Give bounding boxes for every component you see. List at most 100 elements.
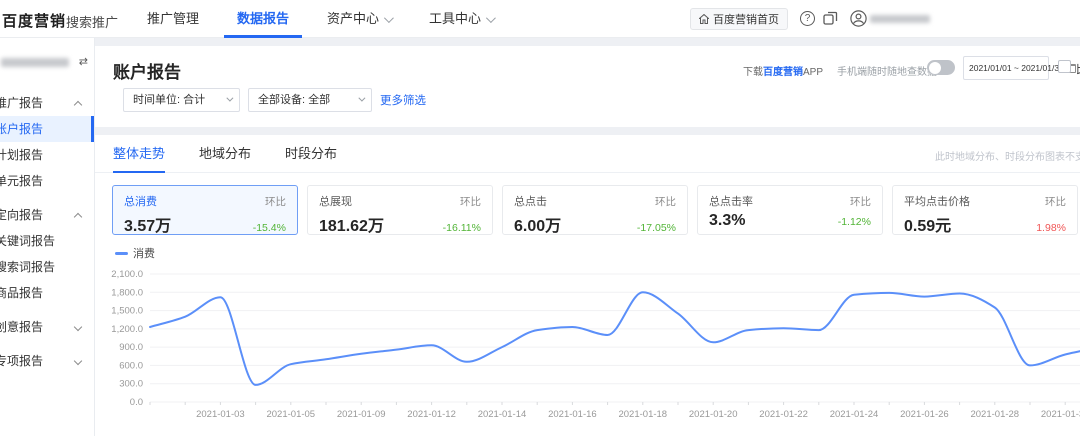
x-axis-label: 2021-01-24 <box>830 409 879 420</box>
ratio-value: -16.11% <box>443 222 481 234</box>
sidebar-item-创意报告[interactable]: 创意报告 <box>0 314 94 340</box>
mobile-data-toggle[interactable] <box>927 60 955 75</box>
tab-地域分布[interactable]: 地域分布 <box>199 135 251 173</box>
metric-label: 平均点击价格 <box>904 193 970 209</box>
metric-value: 6.00万 <box>514 212 561 236</box>
date-range-picker[interactable]: 2021/01/01 ~ 2021/01/31 <box>963 56 1049 80</box>
metric-label: 总点击 <box>514 193 547 209</box>
ratio-label: 环比 <box>460 194 481 209</box>
chevron-down-icon <box>226 95 233 102</box>
tabs-note: 此时地域分布、时段分布图表不支持时间对比 <box>935 148 1080 163</box>
nav-item-资产中心[interactable]: 资产中心 <box>308 0 410 38</box>
chevron-down-icon <box>74 357 82 365</box>
top-navigation-bar: 百度营销 搜索推广 推广管理数据报告资产中心工具中心 百度营销首页 ? <box>0 0 1080 38</box>
x-axis-label: 2021-01-18 <box>618 409 667 420</box>
device-filter-label: 全部设备: 全部 <box>258 94 330 106</box>
x-axis-label: 2021-01-14 <box>478 409 527 420</box>
sidebar-item-商品报告[interactable]: 商品报告 <box>0 280 94 306</box>
metric-label: 总消费 <box>124 193 157 209</box>
account-switch-icon[interactable]: ⇄ <box>79 55 88 68</box>
sidebar-item-账户报告[interactable]: 账户报告 <box>0 116 94 142</box>
date-range-value: 2021/01/01 ~ 2021/01/31 <box>969 57 1064 79</box>
chart-legend[interactable]: 消费 <box>115 245 155 261</box>
metric-card-总点击[interactable]: 总点击环比6.00万-17.05% <box>502 185 688 235</box>
nav-item-工具中心[interactable]: 工具中心 <box>410 0 512 38</box>
report-chart-card: 整体走势地域分布时段分布 此时地域分布、时段分布图表不支持时间对比 总消费 环比 3… <box>95 135 1080 436</box>
x-axis-label: 2021-01-16 <box>548 409 597 420</box>
home-icon <box>699 14 709 24</box>
chevron-down-icon <box>74 323 82 331</box>
y-axis-label: 1,800.0 <box>111 287 143 298</box>
x-axis-label: 2021-01-05 <box>266 409 315 420</box>
more-filters-link[interactable]: 更多筛选 <box>380 92 426 108</box>
ratio-value: 1.98% <box>1036 222 1066 234</box>
app-promo-link[interactable]: 下载百度营销APP <box>743 63 823 78</box>
avatar[interactable] <box>850 10 867 27</box>
x-axis-label: 2021-01-20 <box>689 409 738 420</box>
sidebar-item-搜索词报告[interactable]: 搜索词报告 <box>0 254 94 280</box>
main-content: 账户报告 时间单位: 合计 全部设备: 全部 更多筛选 下载百度营销APP 手机… <box>95 38 1080 436</box>
feedback-icon[interactable] <box>823 11 838 26</box>
sidebar-item-推广报告[interactable]: 推广报告 <box>0 90 94 116</box>
metric-label: 总点击率 <box>709 193 753 209</box>
app-promo-description: 手机端随时随地查数据 <box>837 63 937 78</box>
metric-card-平均点击价格[interactable]: 平均点击价格 环比 0.59元 1.98% <box>892 185 1078 235</box>
product-name: 搜索推广 <box>66 12 118 31</box>
sidebar-item-单元报告[interactable]: 单元报告 <box>0 168 94 194</box>
metric-card-总点击率[interactable]: 总点击率环比3.3%-1.12% <box>697 185 883 235</box>
metric-card-总展现[interactable]: 总展现 环比 181.62万 -16.11% <box>307 185 493 235</box>
sidebar-item-定向报告[interactable]: 定向报告 <box>0 202 94 228</box>
app-promo-brand: 百度营销 <box>763 67 803 78</box>
consumption-line-series <box>150 292 1080 385</box>
y-axis-label: 600.0 <box>119 360 143 371</box>
topbar-right-area: 百度营销首页 ? <box>880 0 1080 38</box>
ratio-label: 环比 <box>265 194 286 209</box>
x-axis-label: 2021-01-12 <box>407 409 456 420</box>
metric-label: 总展现 <box>319 193 352 209</box>
nav-item-数据报告[interactable]: 数据报告 <box>218 0 308 38</box>
time-unit-filter[interactable]: 时间单位: 合计 <box>123 88 240 112</box>
metric-value: 0.59元 <box>904 212 951 236</box>
tab-时段分布[interactable]: 时段分布 <box>285 135 337 173</box>
account-selector[interactable]: ⇄ <box>0 46 94 82</box>
sidebar-item-专项报告[interactable]: 专项报告 <box>0 348 94 374</box>
compare-checkbox[interactable] <box>1058 60 1071 73</box>
user-name-masked <box>870 15 930 23</box>
x-axis-label: 2021-01-26 <box>900 409 949 420</box>
main-nav: 推广管理数据报告资产中心工具中心 <box>128 0 512 38</box>
ratio-value: -15.4% <box>253 222 286 234</box>
sidebar-item-计划报告[interactable]: 计划报告 <box>0 142 94 168</box>
report-header-card: 账户报告 时间单位: 合计 全部设备: 全部 更多筛选 下载百度营销APP 手机… <box>95 46 1080 127</box>
consumption-trend-chart: 2,100.01,800.01,500.01,200.0900.0600.030… <box>95 261 1080 436</box>
metric-cards-row: 总消费 环比 3.57万 -15.4% 总展现 环比 181.62万 -16.11% 总点击 环比… <box>112 185 1078 235</box>
ratio-value: -17.05% <box>637 222 676 234</box>
homepage-button-label: 百度营销首页 <box>713 11 779 27</box>
chevron-down-icon <box>358 95 365 102</box>
homepage-button[interactable]: 百度营销首页 <box>690 8 788 30</box>
metric-card-总消费[interactable]: 总消费 环比 3.57万 -15.4% <box>112 185 298 235</box>
help-icon[interactable]: ? <box>800 11 815 26</box>
y-axis-label: 0.0 <box>130 397 143 408</box>
ratio-value: -1.12% <box>838 216 871 228</box>
x-axis-label: 2021-01-30 <box>1041 409 1080 420</box>
page-title: 账户报告 <box>113 58 181 83</box>
account-name-masked <box>1 58 69 67</box>
caret-down-icon <box>384 13 394 23</box>
tab-整体走势[interactable]: 整体走势 <box>113 135 165 173</box>
caret-down-icon <box>486 13 496 23</box>
metric-value: 181.62万 <box>319 212 384 236</box>
y-axis-label: 1,200.0 <box>111 324 143 335</box>
y-axis-label: 1,500.0 <box>111 306 143 317</box>
y-axis-label: 300.0 <box>119 379 143 390</box>
sidebar-item-关键词报告[interactable]: 关键词报告 <box>0 228 94 254</box>
x-axis-label: 2021-01-03 <box>196 409 245 420</box>
sidebar-menu: 推广报告账户报告计划报告单元报告定向报告关键词报告搜索词报告商品报告创意报告专项… <box>0 90 94 374</box>
y-axis-label: 2,100.0 <box>111 269 143 280</box>
compare-checkbox-label: 比 <box>1076 61 1080 77</box>
metric-value: 3.57万 <box>124 212 171 236</box>
device-filter[interactable]: 全部设备: 全部 <box>248 88 372 112</box>
nav-item-推广管理[interactable]: 推广管理 <box>128 0 218 38</box>
x-axis-label: 2021-01-22 <box>759 409 808 420</box>
baidu-marketing-logo: 百度营销 <box>2 10 66 31</box>
ratio-label: 环比 <box>1045 194 1066 209</box>
